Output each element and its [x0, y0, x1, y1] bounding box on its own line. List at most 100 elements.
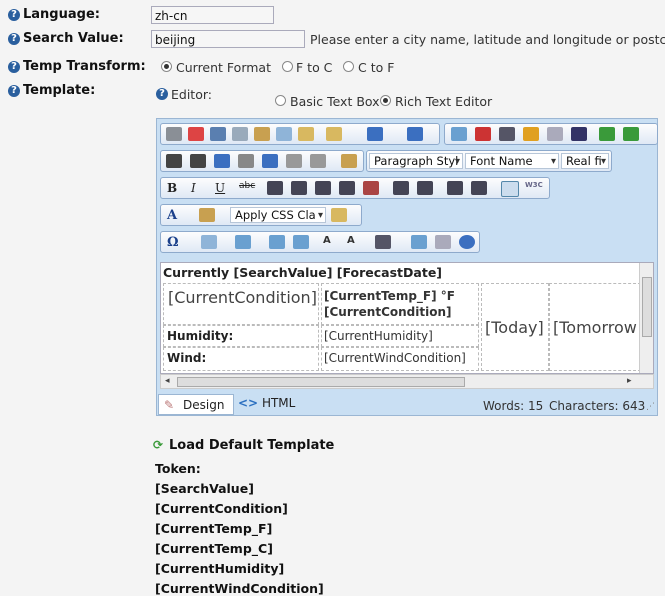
token-search-value: [SearchValue]: [155, 481, 254, 496]
subscript-icon[interactable]: [190, 154, 206, 168]
current-condition-cell: [CurrentCondition]: [163, 283, 319, 325]
humidity-label-cell: Humidity:: [163, 325, 319, 347]
refresh-icon[interactable]: ⟳: [153, 438, 163, 452]
align-left-icon[interactable]: [267, 181, 283, 195]
justify-icon[interactable]: [339, 181, 355, 195]
token-current-temp-f: [CurrentTemp_F]: [155, 521, 273, 536]
outdent-icon[interactable]: [417, 181, 433, 195]
xhtml-validator-icon[interactable]: [501, 181, 519, 197]
editor-help-icon[interactable]: ?: [156, 88, 168, 100]
insert-time-icon[interactable]: [310, 154, 326, 168]
indent-icon[interactable]: [393, 181, 409, 195]
about-icon[interactable]: [459, 235, 475, 249]
align-center-icon[interactable]: [291, 181, 307, 195]
search-help-icon[interactable]: ?: [8, 33, 20, 45]
vertical-scroll-thumb[interactable]: [642, 277, 652, 337]
template-help-icon[interactable]: ?: [8, 85, 20, 97]
load-default-template-link[interactable]: Load Default Template: [169, 438, 334, 453]
horizontal-rule-icon[interactable]: [262, 154, 278, 168]
search-value-input[interactable]: beijing: [151, 30, 305, 48]
word-count: Words: 15: [483, 399, 544, 413]
cut-icon[interactable]: [254, 127, 270, 141]
superscript-icon[interactable]: [166, 154, 182, 168]
redo-icon[interactable]: [407, 127, 423, 141]
paragraph-style-dropdown[interactable]: Paragraph Styl: [369, 153, 463, 169]
page-properties-icon[interactable]: [435, 235, 451, 249]
spellcheck-icon[interactable]: [188, 127, 204, 141]
editor-label: Editor:: [171, 87, 212, 102]
editor-content-area[interactable]: Currently [SearchValue] [ForecastDate] […: [160, 262, 654, 374]
hyperlink-icon[interactable]: [599, 127, 615, 141]
underline-icon[interactable]: U: [215, 181, 231, 195]
toggle-screen-icon[interactable]: [411, 235, 427, 249]
language-label: Language:: [23, 7, 100, 22]
insert-table-icon[interactable]: [201, 235, 217, 249]
copy-icon[interactable]: [276, 127, 292, 141]
italic-icon[interactable]: I: [191, 181, 207, 195]
special-characters-icon[interactable]: Ω: [167, 235, 183, 250]
css-class-dropdown[interactable]: Apply CSS Cla: [230, 207, 326, 223]
template-header: Currently [SearchValue] [ForecastDate]: [163, 265, 443, 280]
font-size-dropdown[interactable]: Real fi: [561, 153, 609, 169]
remove-alignment-icon[interactable]: [363, 181, 379, 195]
design-tab[interactable]: ✎ Design: [158, 394, 234, 415]
scroll-right-arrow[interactable]: ▸: [627, 376, 632, 386]
select-all-icon[interactable]: [232, 127, 248, 141]
format-stripper-icon[interactable]: [341, 154, 357, 168]
toolbar-row-4: A Apply CSS Cla: [160, 204, 362, 226]
bulleted-list-icon[interactable]: [471, 181, 487, 195]
document-icon[interactable]: [523, 127, 539, 141]
horizontal-scrollbar[interactable]: ◂ ▸: [160, 374, 654, 389]
font-name-dropdown[interactable]: Font Name: [465, 153, 559, 169]
token-current-condition: [CurrentCondition]: [155, 501, 288, 516]
horizontal-scroll-thumb[interactable]: [177, 377, 465, 387]
numbered-list-icon[interactable]: [447, 181, 463, 195]
convert-to-lower-icon[interactable]: A: [323, 235, 339, 249]
new-paragraph-icon[interactable]: [214, 154, 230, 168]
humidity-token-cell: [CurrentHumidity]: [321, 325, 479, 347]
image-map-icon[interactable]: [269, 235, 285, 249]
convert-to-upper-icon[interactable]: A: [347, 235, 363, 249]
strikethrough-icon[interactable]: abc: [239, 181, 255, 195]
paste-options-icon[interactable]: [326, 127, 342, 141]
design-tab-label: Design: [183, 398, 225, 412]
radio-basic-text-box[interactable]: [275, 95, 286, 106]
format-painter-icon[interactable]: [331, 208, 347, 222]
align-right-icon[interactable]: [315, 181, 331, 195]
insert-date-icon[interactable]: [286, 154, 302, 168]
insert-snippet-icon[interactable]: [235, 235, 251, 249]
scroll-left-arrow[interactable]: ◂: [165, 376, 170, 386]
save-icon[interactable]: [571, 127, 587, 141]
find-replace-icon[interactable]: [210, 127, 226, 141]
toolbar-row-5: Ω A A: [160, 231, 480, 253]
bold-icon[interactable]: B: [167, 181, 183, 195]
search-value-label: Search Value:: [23, 31, 124, 46]
vertical-scrollbar[interactable]: [639, 263, 653, 373]
template-manager-icon[interactable]: [547, 127, 563, 141]
set-image-properties-icon[interactable]: [293, 235, 309, 249]
insert-line-icon[interactable]: [238, 154, 254, 168]
basic-text-box-label: Basic Text Box: [290, 94, 380, 109]
language-help-icon[interactable]: ?: [8, 9, 20, 21]
toolbar-row-1: [160, 123, 440, 145]
module-manager-icon[interactable]: [375, 235, 391, 249]
undo-icon[interactable]: [367, 127, 383, 141]
resize-grip-icon[interactable]: ⋰: [646, 402, 655, 412]
font-color-icon[interactable]: A: [167, 208, 183, 223]
w3c-icon[interactable]: W3C: [525, 181, 543, 195]
today-cell: [Today]: [481, 283, 549, 371]
image-manager-icon[interactable]: [451, 127, 467, 141]
html-tab[interactable]: <> HTML: [238, 396, 295, 410]
background-color-icon[interactable]: [199, 208, 215, 222]
language-input[interactable]: zh-cn: [151, 6, 274, 24]
radio-current-format[interactable]: [161, 61, 172, 72]
media-icon[interactable]: [499, 127, 515, 141]
radio-f-to-c[interactable]: [282, 61, 293, 72]
radio-rich-text-editor[interactable]: [380, 95, 391, 106]
paste-icon[interactable]: [298, 127, 314, 141]
remove-link-icon[interactable]: [623, 127, 639, 141]
flash-icon[interactable]: [475, 127, 491, 141]
print-icon[interactable]: [166, 127, 182, 141]
temp-help-icon[interactable]: ?: [8, 61, 20, 73]
radio-c-to-f[interactable]: [343, 61, 354, 72]
